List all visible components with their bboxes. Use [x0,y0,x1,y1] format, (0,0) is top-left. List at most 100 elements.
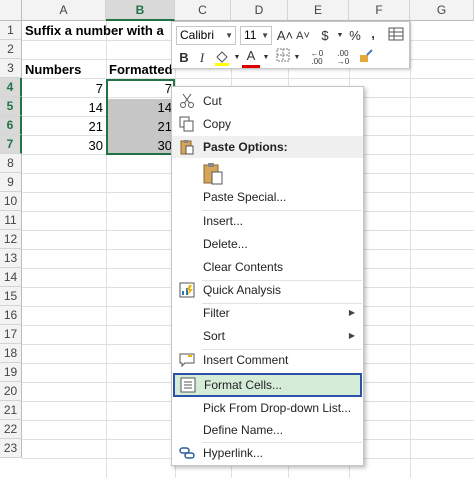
row-header-7[interactable]: 7 [0,135,22,154]
clipboard-paste-icon [202,162,224,186]
menu-label: Quick Analysis [203,283,282,297]
menu-label: Hyperlink... [203,446,264,460]
font-size-value: 11 [244,28,257,42]
menu-item-insert[interactable]: Insert... [172,210,363,232]
borders-icon[interactable] [274,48,292,68]
row-header-20[interactable]: 20 [0,382,22,401]
cell-b7[interactable]: 30 [106,136,175,155]
select-all-corner[interactable] [0,0,22,21]
column-header-e[interactable]: E [288,0,349,21]
chevron-down-icon[interactable]: ▼ [262,48,270,68]
menu-label: Paste Special... [203,190,287,204]
row-header-18[interactable]: 18 [0,344,22,363]
cell-b5[interactable]: 14 [106,98,175,117]
menu-item-format-cells[interactable]: Format Cells... [173,373,362,397]
menu-item-copy[interactable]: Copy [172,113,363,135]
cell-a5[interactable]: 14 [22,98,106,117]
currency-button[interactable]: $ [316,26,334,46]
row-header-11[interactable]: 11 [0,211,22,230]
menu-label: Paste Options: [203,140,288,154]
row-header-2[interactable]: 2 [0,40,22,59]
font-color-button[interactable]: A [242,48,260,68]
chevron-down-icon[interactable]: ▼ [336,26,344,46]
submenu-arrow-icon: ▶ [348,331,355,340]
row-header-23[interactable]: 23 [0,439,22,458]
menu-item-define-name[interactable]: Define Name... [172,419,363,441]
menu-item-delete[interactable]: Delete... [172,233,363,255]
comment-icon [179,352,195,368]
menu-label: Delete... [203,237,248,251]
menu-item-pick-from-list[interactable]: Pick From Drop-down List... [172,397,363,419]
row-header-6[interactable]: 6 [0,116,22,135]
cell-a1[interactable]: Suffix a number with a [25,21,164,40]
font-name-dropdown[interactable]: Calibri ▼ [176,26,236,45]
row-header-4[interactable]: 4 [0,78,22,97]
menu-label: Format Cells... [204,378,283,392]
menu-item-paste-special[interactable]: Paste Special... [172,186,363,208]
row-header-12[interactable]: 12 [0,230,22,249]
row-header-22[interactable]: 22 [0,420,22,439]
column-header-b[interactable]: B [106,0,175,21]
row-header-5[interactable]: 5 [0,97,22,116]
copy-icon [179,116,195,132]
row-header-19[interactable]: 19 [0,363,22,382]
grow-font-button[interactable]: A˄ [276,26,294,46]
column-header-a[interactable]: A [22,0,106,21]
row-header-9[interactable]: 9 [0,173,22,192]
cell-b3[interactable]: Formatted [109,60,173,79]
menu-item-quick-analysis[interactable]: Quick Analysis [172,279,363,301]
row-header-1[interactable]: 1 [0,21,22,40]
cell-a6[interactable]: 21 [22,117,106,136]
context-menu: Cut Copy Paste Options: Paste Special...… [171,86,364,466]
row-header-3[interactable]: 3 [0,59,22,78]
chevron-down-icon: ▼ [261,31,269,40]
cell-b4[interactable]: 7 [106,79,175,98]
menu-item-cut[interactable]: Cut [172,90,363,112]
paste-icon [179,139,195,155]
menu-item-sort[interactable]: Sort ▶ [172,325,363,347]
paste-option-button[interactable] [172,159,363,189]
menu-label: Insert... [203,214,244,228]
decrease-decimal-icon[interactable]: .00 →0 [332,50,354,70]
menu-item-clear-contents[interactable]: Clear Contents [172,256,363,278]
column-header-f[interactable]: F [349,0,410,21]
menu-item-insert-comment[interactable]: Insert Comment [172,349,363,371]
submenu-arrow-icon: ▶ [348,308,355,317]
italic-button[interactable]: I [194,48,210,68]
menu-label: Copy [203,117,232,131]
comma-style-button[interactable]: , [366,24,380,44]
menu-label: Clear Contents [203,260,284,274]
cell-a3[interactable]: Numbers [25,60,81,79]
menu-label: Cut [203,94,222,108]
chevron-down-icon[interactable]: ▼ [233,48,241,68]
bold-button[interactable]: B [176,48,192,68]
format-painter-icon[interactable] [356,48,376,68]
row-header-15[interactable]: 15 [0,287,22,306]
menu-label: Pick From Drop-down List... [203,401,352,415]
row-header-13[interactable]: 13 [0,249,22,268]
cell-a4[interactable]: 7 [22,79,106,98]
row-header-17[interactable]: 17 [0,325,22,344]
row-header-16[interactable]: 16 [0,306,22,325]
percent-button[interactable]: % [346,26,364,46]
menu-label: Sort [203,329,226,343]
column-header-c[interactable]: C [175,0,231,21]
increase-decimal-icon[interactable]: ←0.00 [306,50,328,70]
column-header-g[interactable]: G [410,0,474,21]
menu-header-paste-options: Paste Options: [172,136,363,158]
chevron-down-icon[interactable]: ▼ [293,48,301,68]
shrink-font-button[interactable]: A˅ [294,26,312,46]
row-header-14[interactable]: 14 [0,268,22,287]
fill-color-icon[interactable] [212,48,232,68]
menu-item-filter[interactable]: Filter ▶ [172,302,363,324]
font-size-dropdown[interactable]: 11 ▼ [240,26,272,45]
row-header-21[interactable]: 21 [0,401,22,420]
row-header-10[interactable]: 10 [0,192,22,211]
cell-b6[interactable]: 21 [106,117,175,136]
menu-item-hyperlink[interactable]: Hyperlink... [172,442,363,464]
column-header-d[interactable]: D [231,0,288,21]
format-painter-grid-icon[interactable] [386,26,406,46]
cell-a7[interactable]: 30 [22,136,106,155]
scissors-icon [179,93,195,109]
row-header-8[interactable]: 8 [0,154,22,173]
